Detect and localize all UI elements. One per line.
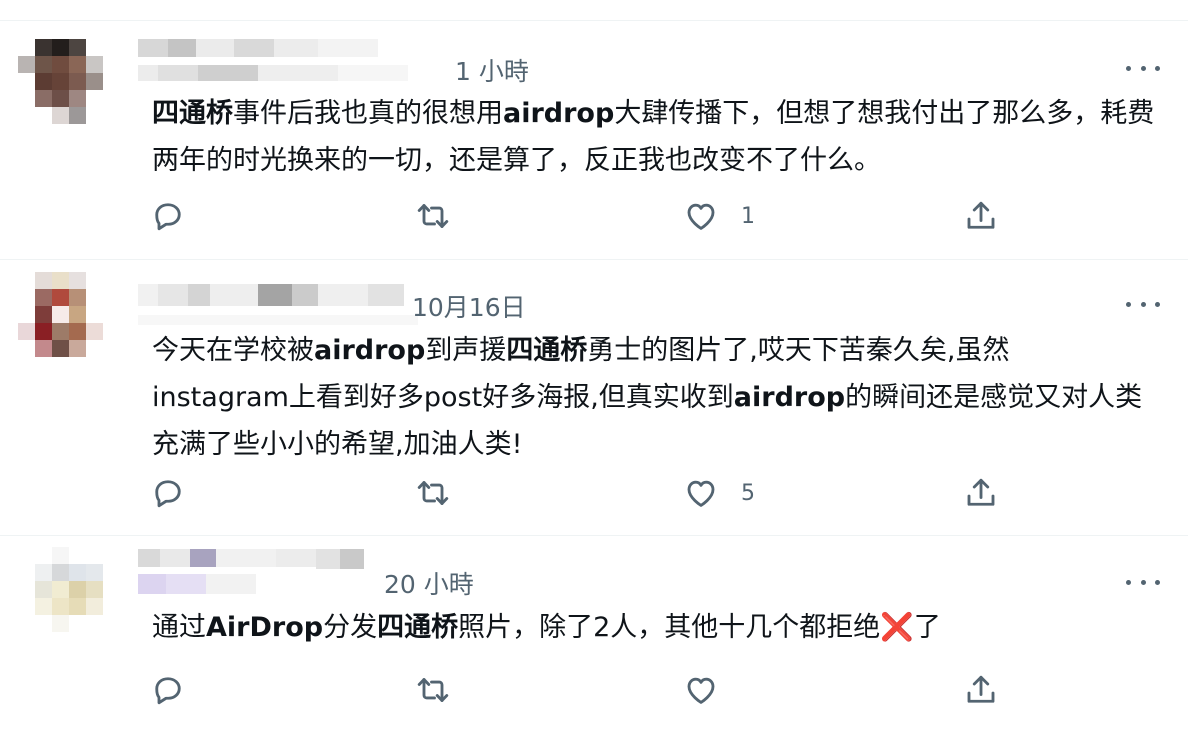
- tweet-text: 通过AirDrop分发四通桥照片，除了2人，其他十几个都拒绝❌了: [152, 604, 1162, 651]
- reply-icon: [155, 677, 181, 705]
- share-icon: [967, 478, 995, 506]
- share-icon: [967, 675, 995, 703]
- tweet-timestamp[interactable]: 1 小時: [455, 52, 529, 88]
- reply-button[interactable]: [150, 196, 186, 236]
- like-icon: [687, 677, 715, 704]
- avatar[interactable]: [18, 39, 120, 141]
- text-run: instagram上看到好多post好多海报,但真实收到: [152, 382, 734, 413]
- like-button[interactable]: 1: [683, 196, 755, 236]
- more-icon[interactable]: [1126, 294, 1160, 314]
- tweet-text: 今天在学校被airdrop到声援四通桥勇士的图片了,哎天下苦秦久矣,虽然 inst…: [152, 327, 1162, 468]
- text-run: 分发: [323, 612, 378, 643]
- tweet-timestamp[interactable]: 10月16日: [412, 288, 526, 324]
- text-run: 到声援: [425, 335, 507, 366]
- reply-button[interactable]: [150, 670, 186, 710]
- retweet-button[interactable]: [415, 670, 451, 710]
- highlighted-term: 四通桥: [506, 335, 588, 366]
- reply-button[interactable]: [150, 473, 186, 513]
- tweet-actions: 5: [150, 473, 1010, 513]
- tweet-text: 四通桥事件后我也真的很想用airdrop大肆传播下，但想了想我付出了那么多，耗费…: [152, 90, 1162, 184]
- like-icon: [687, 480, 715, 507]
- author-name-blurred[interactable]: [138, 39, 458, 89]
- highlighted-term: 四通桥: [377, 612, 459, 643]
- highlighted-term: airdrop: [503, 98, 615, 129]
- share-button[interactable]: [963, 670, 999, 710]
- tweet-timestamp[interactable]: 20 小時: [384, 565, 474, 601]
- retweet-button[interactable]: [415, 196, 451, 236]
- retweet-button[interactable]: [415, 473, 451, 513]
- text-run: 勇士的图片了,哎天下苦秦久矣,虽然: [587, 335, 1010, 366]
- share-button[interactable]: [963, 196, 999, 236]
- share-icon: [967, 201, 995, 229]
- share-button[interactable]: [963, 473, 999, 513]
- like-button[interactable]: 5: [683, 473, 755, 513]
- tweet-actions: 1: [150, 196, 1010, 236]
- tweet[interactable]: 20 小時 通过AirDrop分发四通桥照片，除了2人，其他十几个都拒绝❌了: [0, 537, 1188, 732]
- avatar[interactable]: [18, 272, 120, 374]
- tweet-actions: [150, 670, 1010, 710]
- reply-icon: [155, 480, 181, 508]
- more-icon[interactable]: [1126, 572, 1160, 592]
- tweet[interactable]: 1 小時 四通桥事件后我也真的很想用airdrop大肆传播下，但想了想我付出了那…: [0, 20, 1188, 260]
- highlighted-term: 四通桥: [152, 98, 233, 129]
- retweet-icon: [417, 678, 449, 702]
- retweet-icon: [417, 204, 449, 228]
- highlighted-term: airdrop: [733, 382, 846, 413]
- highlighted-term: airdrop: [314, 335, 426, 366]
- like-button[interactable]: [683, 670, 741, 710]
- reply-icon: [155, 203, 181, 231]
- like-count: 1: [741, 203, 755, 229]
- tweet[interactable]: 10月16日 今天在学校被airdrop到声援四通桥勇士的图片了,哎天下苦秦久矣…: [0, 260, 1188, 536]
- text-run: 事件后我也真的很想用: [233, 98, 503, 129]
- avatar[interactable]: [18, 547, 120, 649]
- text-run: 了: [913, 612, 941, 643]
- text-run: 照片，除了2人，其他十几个都拒绝: [458, 612, 881, 643]
- like-count: 5: [741, 480, 755, 506]
- more-icon[interactable]: [1126, 58, 1160, 78]
- text-run: 通过: [152, 612, 206, 643]
- highlighted-term: AirDrop: [206, 612, 324, 643]
- retweet-icon: [417, 481, 449, 505]
- cross-mark-emoji: ❌: [880, 612, 914, 643]
- tweet-feed: 1 小時 四通桥事件后我也真的很想用airdrop大肆传播下，但想了想我付出了那…: [0, 0, 1188, 732]
- like-icon: [687, 203, 715, 230]
- author-name-blurred[interactable]: [138, 549, 388, 599]
- text-run: 今天在学校被: [152, 335, 314, 366]
